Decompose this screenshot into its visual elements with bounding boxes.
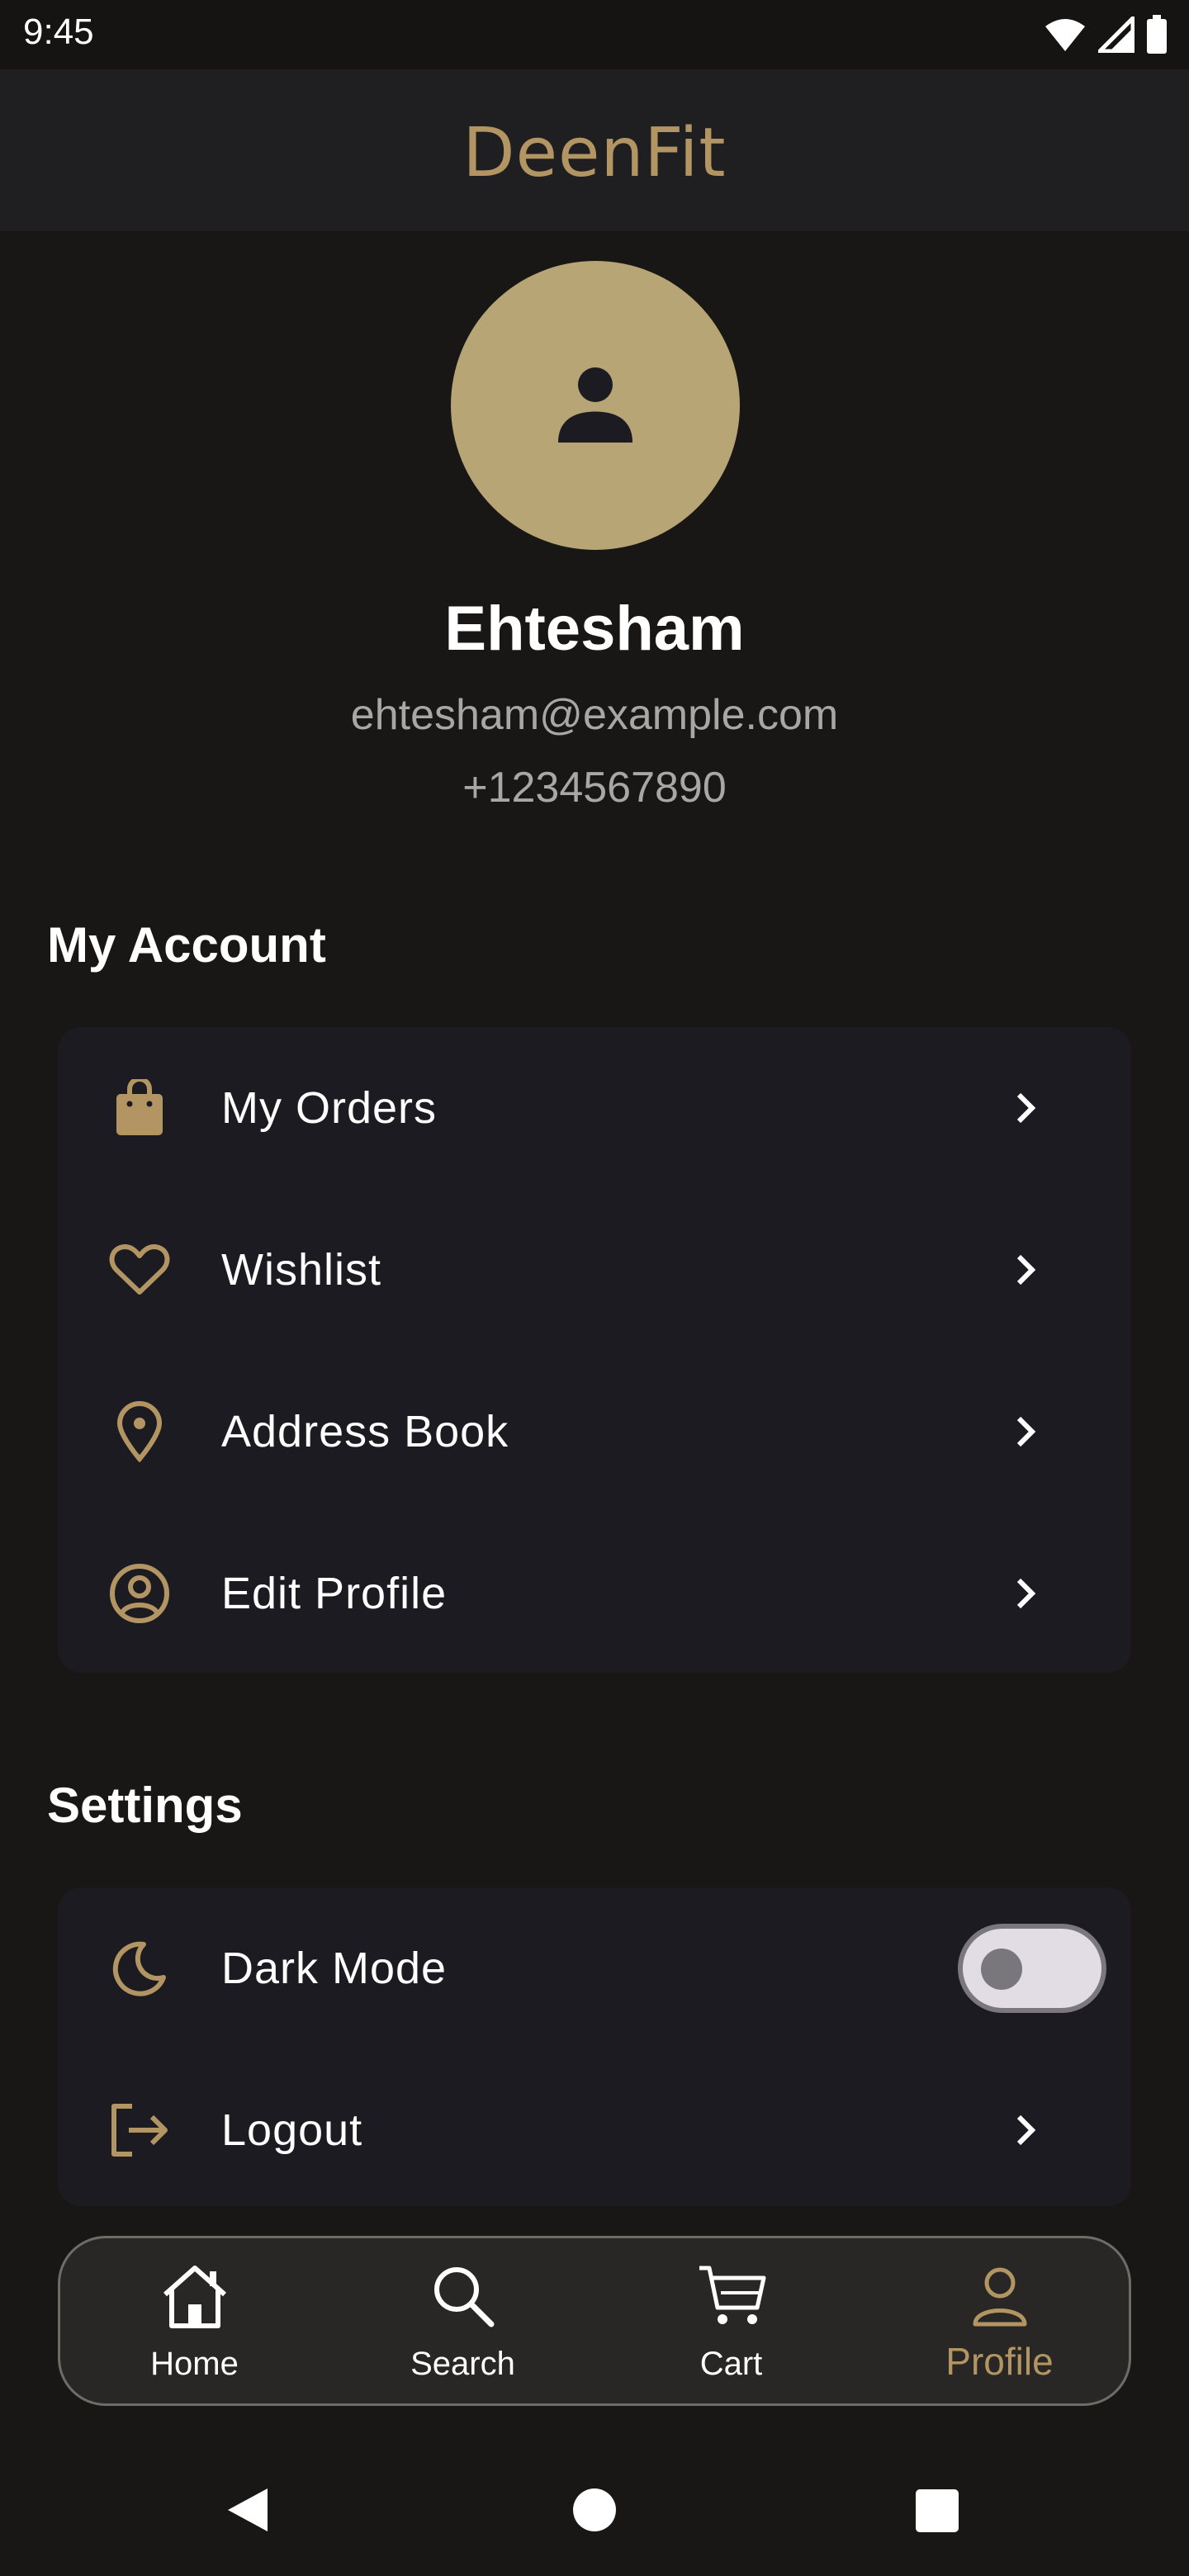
- toggle-knob: [981, 1949, 1022, 1990]
- dark-mode-toggle[interactable]: [958, 1924, 1106, 2013]
- nav-label: Profile: [945, 2340, 1054, 2383]
- search-icon: [433, 2267, 494, 2327]
- app-logo: DeenFit: [462, 114, 727, 192]
- nav-label: Search: [410, 2346, 515, 2382]
- menu-label: Edit Profile: [221, 1569, 448, 1618]
- nav-profile[interactable]: Profile: [865, 2238, 1134, 2403]
- nav-home[interactable]: Home: [60, 2238, 329, 2403]
- status-icons: [1044, 15, 1168, 54]
- person-icon: [558, 367, 632, 443]
- my-account-card: My Orders Wishlist Address Book Edit Pro…: [58, 1027, 1131, 1673]
- home-icon: [163, 2266, 226, 2328]
- profile-email: ehtesham@example.com: [350, 691, 839, 739]
- moon-icon: [106, 1934, 173, 2002]
- section-title-settings: Settings: [47, 1778, 243, 1833]
- recents-icon[interactable]: [915, 2488, 959, 2533]
- chevron-right-icon: [1016, 2114, 1036, 2146]
- menu-label: Wishlist: [221, 1245, 381, 1295]
- status-time: 9:45: [23, 12, 94, 52]
- cell-signal-icon: [1098, 17, 1135, 53]
- menu-item-address-book[interactable]: Address Book: [58, 1351, 1131, 1513]
- system-nav-bar: [0, 2444, 1189, 2576]
- menu-item-edit-profile[interactable]: Edit Profile: [58, 1513, 1131, 1674]
- profile-phone: +1234567890: [462, 764, 727, 812]
- setting-item-dark-mode: Dark Mode: [58, 1887, 1131, 2049]
- nav-label: Cart: [699, 2346, 763, 2382]
- battery-icon: [1147, 15, 1167, 54]
- back-icon[interactable]: [223, 2485, 272, 2535]
- menu-label: Address Book: [221, 1407, 509, 1456]
- home-circle-icon[interactable]: [572, 2488, 617, 2532]
- chevron-right-icon: [1016, 1578, 1036, 1609]
- menu-label: My Orders: [221, 1083, 438, 1133]
- chevron-right-icon: [1016, 1416, 1036, 1447]
- menu-item-wishlist[interactable]: Wishlist: [58, 1189, 1131, 1351]
- menu-label: Logout: [221, 2105, 363, 2155]
- wifi-icon: [1045, 19, 1085, 51]
- profile-name: Ehtesham: [444, 594, 745, 664]
- nav-label: Home: [150, 2346, 239, 2382]
- chevron-right-icon: [1016, 1092, 1036, 1124]
- settings-card: Dark Mode Logout: [58, 1887, 1131, 2206]
- heart-icon: [106, 1236, 173, 1304]
- cart-icon: [699, 2266, 765, 2324]
- menu-item-my-orders[interactable]: My Orders: [58, 1027, 1131, 1189]
- section-title-my-account: My Account: [47, 917, 326, 973]
- location-pin-icon: [106, 1398, 173, 1466]
- chevron-right-icon: [1016, 1254, 1036, 1286]
- nav-search[interactable]: Search: [329, 2238, 597, 2403]
- nav-cart[interactable]: Cart: [597, 2238, 865, 2403]
- logout-icon: [106, 2096, 173, 2164]
- setting-item-logout[interactable]: Logout: [58, 2049, 1131, 2211]
- bottom-nav: Home Search Cart Profile: [58, 2236, 1131, 2406]
- menu-label: Dark Mode: [221, 1944, 448, 1993]
- avatar: [451, 261, 740, 550]
- account-circle-icon: [106, 1560, 173, 1627]
- app-bar: DeenFit: [0, 69, 1189, 231]
- profile-icon: [973, 2267, 1026, 2327]
- status-bar: 9:45: [0, 0, 1189, 69]
- shopping-bag-icon: [106, 1074, 173, 1142]
